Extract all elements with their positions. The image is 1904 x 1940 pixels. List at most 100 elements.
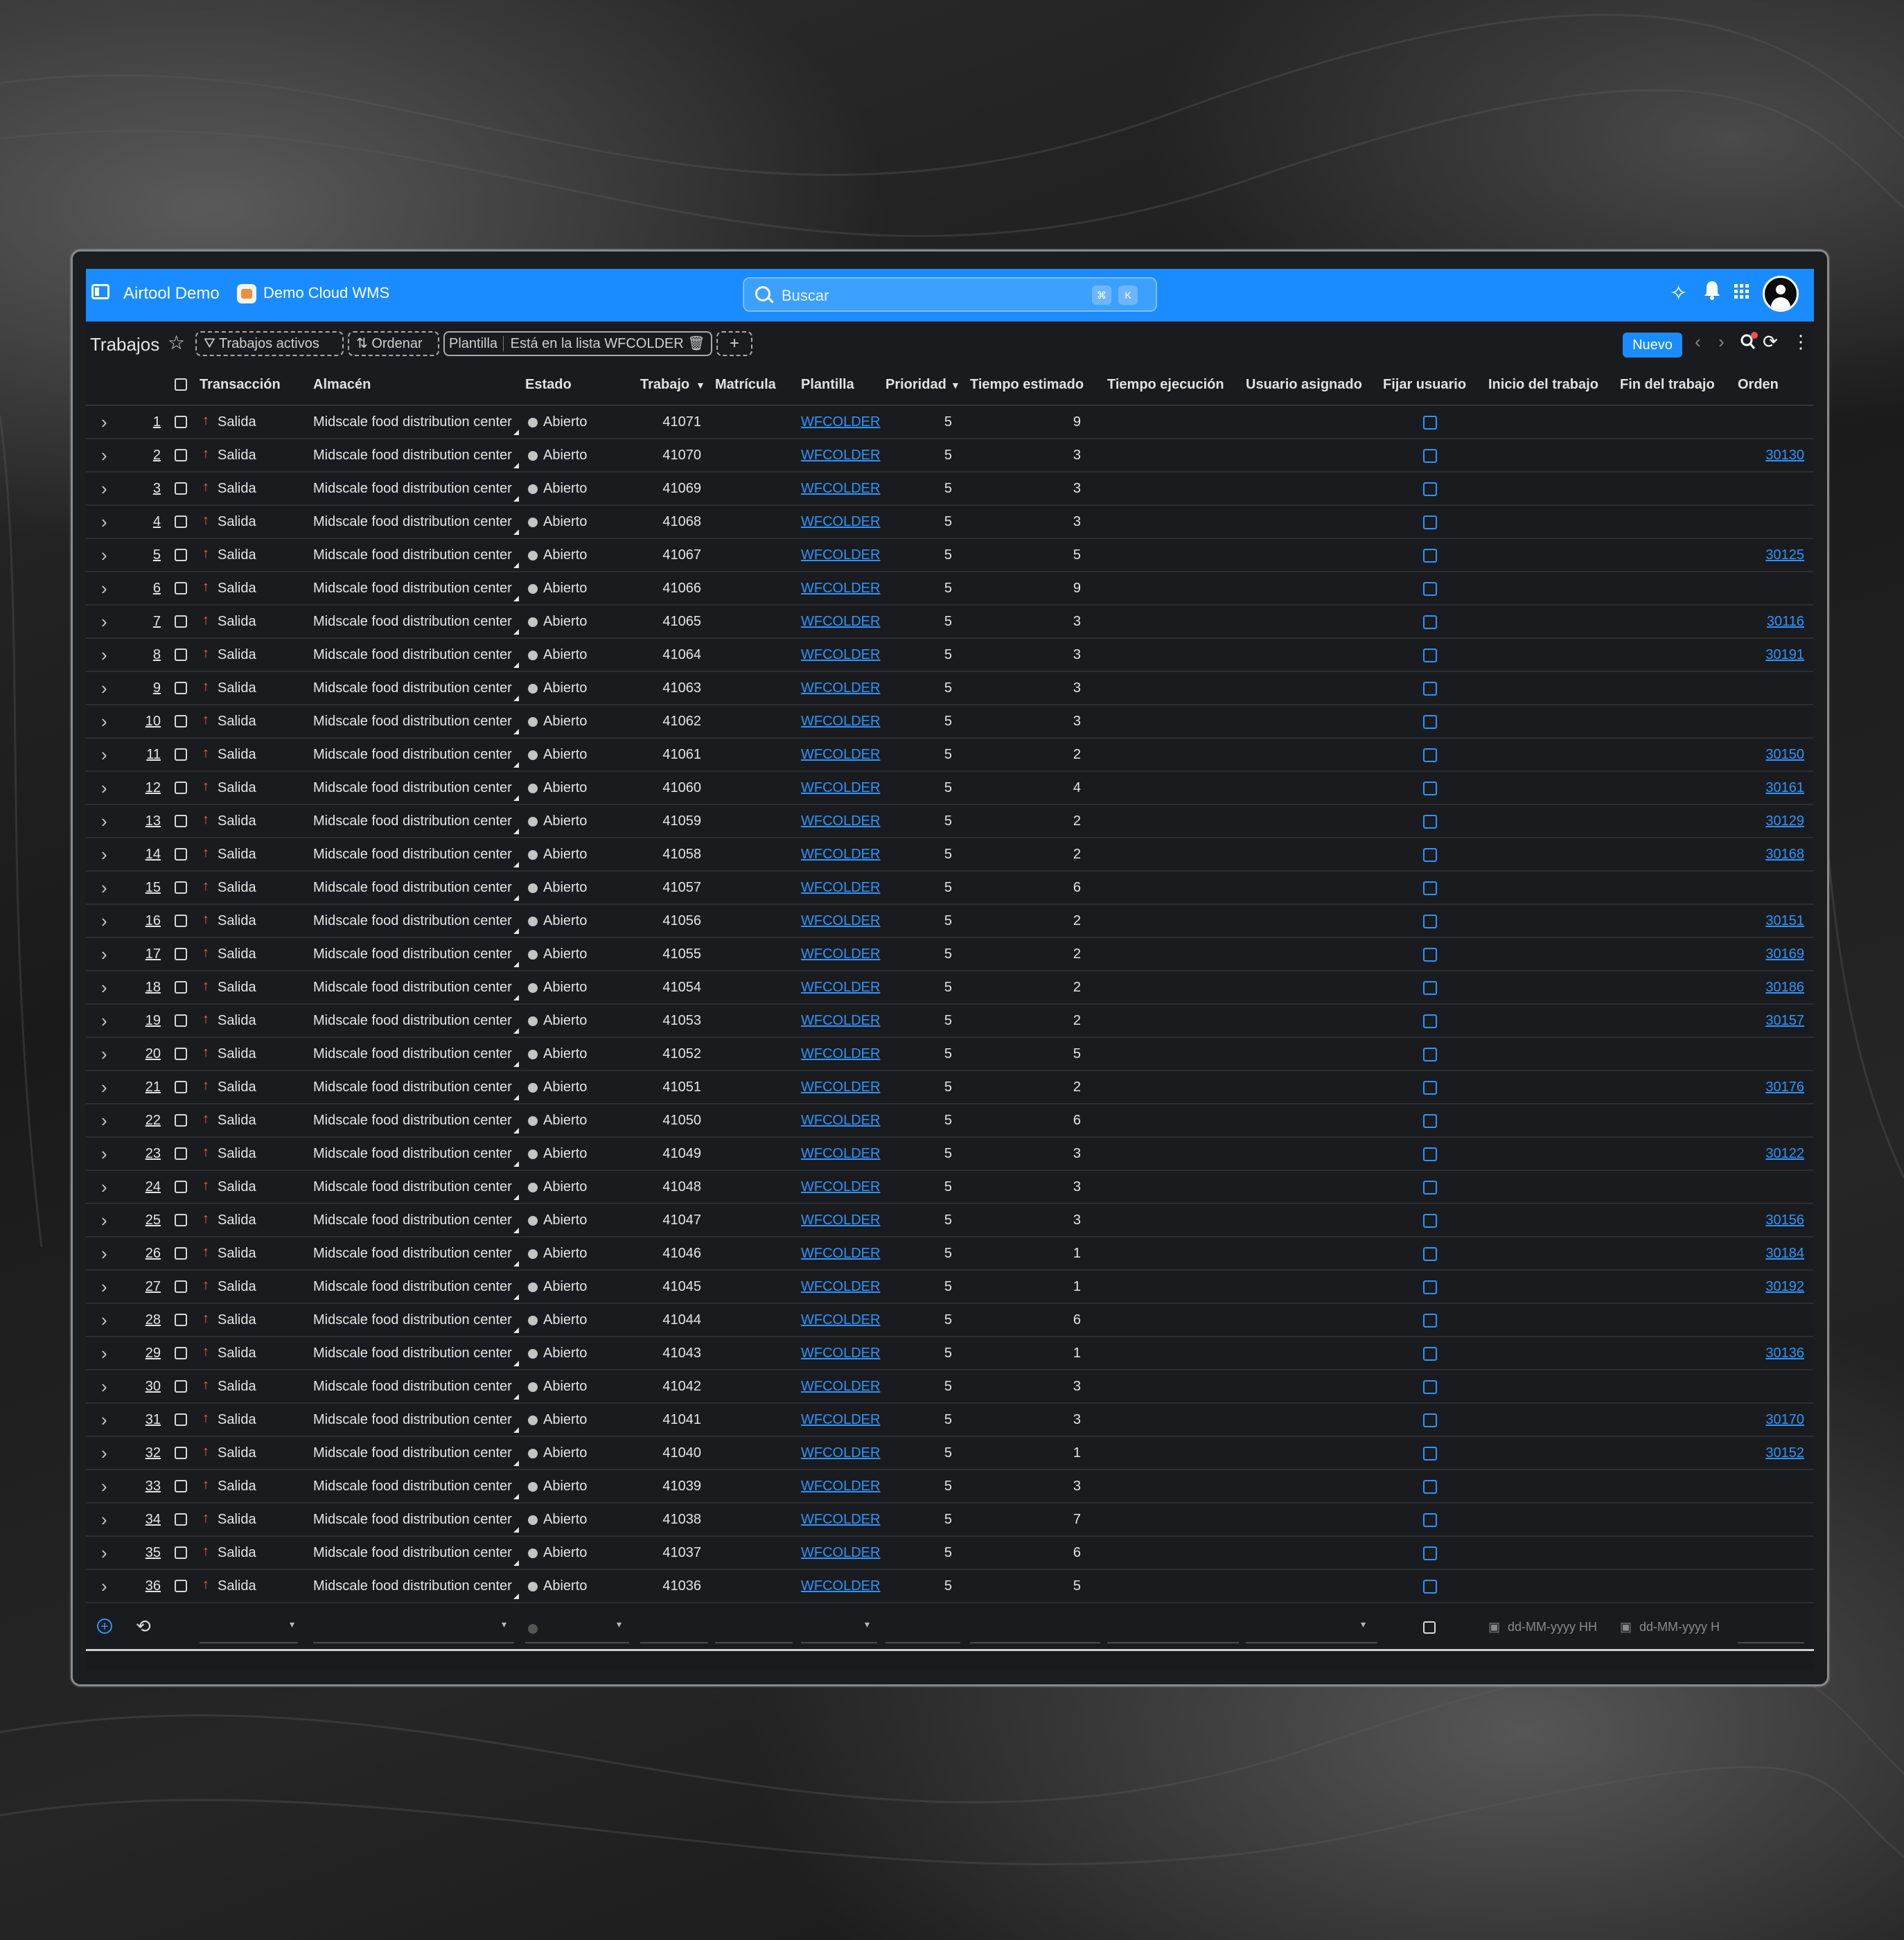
cell-resize-handle[interactable] xyxy=(513,1161,519,1167)
table-row[interactable]: › 18 ↑ Salida Midscale food distribution cen… xyxy=(86,971,1814,1005)
expand-chevron-icon[interactable]: › xyxy=(101,1443,107,1464)
cell-resize-handle[interactable] xyxy=(513,463,519,468)
cell-resize-handle[interactable] xyxy=(513,762,519,768)
table-row[interactable]: › 3 ↑ Salida Midscale food distribution cent… xyxy=(86,473,1814,506)
cell-orden-link[interactable]: 30136 xyxy=(1738,1346,1804,1361)
cell-plantilla-link[interactable]: WFCOLDER xyxy=(801,481,880,497)
cell-plantilla-link[interactable]: WFCOLDER xyxy=(801,1212,880,1228)
cell-resize-handle[interactable] xyxy=(513,1361,519,1366)
fijar-usuario-checkbox[interactable] xyxy=(1423,1014,1437,1028)
cell-resize-handle[interactable] xyxy=(513,1294,519,1300)
col-tiempo-ejecucion[interactable]: Tiempo ejecución xyxy=(1107,377,1224,393)
add-row-icon[interactable]: + xyxy=(97,1619,112,1634)
row-number-link[interactable]: 5 xyxy=(133,547,161,563)
fijar-usuario-checkbox[interactable] xyxy=(1423,1081,1437,1095)
expand-chevron-icon[interactable]: › xyxy=(101,1077,107,1098)
table-row[interactable]: › 15 ↑ Salida Midscale food distribution cen… xyxy=(86,872,1814,905)
cell-orden-link[interactable]: 30184 xyxy=(1738,1246,1804,1262)
app-title[interactable]: Airtool Demo xyxy=(123,284,220,303)
row-number-link[interactable]: 13 xyxy=(133,813,161,829)
filter-orden[interactable] xyxy=(1738,1642,1804,1643)
cell-plantilla-link[interactable]: WFCOLDER xyxy=(801,1545,880,1561)
table-row[interactable]: › 22 ↑ Salida Midscale food distribution cen… xyxy=(86,1104,1814,1138)
cell-resize-handle[interactable] xyxy=(513,829,519,834)
sort-chip[interactable]: ⇅ Ordenar xyxy=(348,331,439,356)
search-settings-icon[interactable] xyxy=(1739,331,1760,357)
fijar-usuario-checkbox[interactable] xyxy=(1423,1147,1437,1161)
row-checkbox[interactable] xyxy=(175,815,187,827)
cell-resize-handle[interactable] xyxy=(513,862,519,867)
row-number-link[interactable]: 1 xyxy=(133,414,161,430)
fijar-usuario-checkbox[interactable] xyxy=(1423,1413,1437,1427)
expand-chevron-icon[interactable]: › xyxy=(101,1210,107,1231)
fijar-usuario-checkbox[interactable] xyxy=(1423,649,1437,662)
cell-orden-link[interactable]: 30170 xyxy=(1738,1412,1804,1428)
expand-chevron-icon[interactable]: › xyxy=(101,1476,107,1497)
cell-plantilla-link[interactable]: WFCOLDER xyxy=(801,780,880,796)
fijar-usuario-checkbox[interactable] xyxy=(1423,748,1437,762)
cell-resize-handle[interactable] xyxy=(513,696,519,701)
cell-resize-handle[interactable] xyxy=(513,662,519,668)
table-row[interactable]: › 2 ↑ Salida Midscale food distribution cent… xyxy=(86,439,1814,473)
cell-plantilla-link[interactable]: WFCOLDER xyxy=(801,614,880,630)
row-checkbox[interactable] xyxy=(175,649,187,661)
row-number-link[interactable]: 8 xyxy=(133,647,161,663)
cell-plantilla-link[interactable]: WFCOLDER xyxy=(801,946,880,962)
fijar-usuario-checkbox[interactable] xyxy=(1423,881,1437,895)
fijar-usuario-checkbox[interactable] xyxy=(1423,482,1437,496)
table-row[interactable]: › 33 ↑ Salida Midscale food distribution cen… xyxy=(86,1470,1814,1504)
cell-plantilla-link[interactable]: WFCOLDER xyxy=(801,1312,880,1328)
table-row[interactable]: › 29 ↑ Salida Midscale food distribution cen… xyxy=(86,1337,1814,1370)
cell-plantilla-link[interactable]: WFCOLDER xyxy=(801,1013,880,1029)
calendar-icon[interactable]: ▣ xyxy=(1488,1620,1500,1634)
expand-chevron-icon[interactable]: › xyxy=(101,944,107,965)
cell-resize-handle[interactable] xyxy=(513,1328,519,1333)
expand-chevron-icon[interactable]: › xyxy=(101,844,107,865)
fijar-usuario-checkbox[interactable] xyxy=(1423,1480,1437,1494)
expand-chevron-icon[interactable]: › xyxy=(101,478,107,500)
cell-orden-link[interactable]: 30125 xyxy=(1738,547,1804,563)
row-checkbox[interactable] xyxy=(175,782,187,794)
cell-plantilla-link[interactable]: WFCOLDER xyxy=(801,547,880,563)
expand-chevron-icon[interactable]: › xyxy=(101,711,107,732)
cell-orden-link[interactable]: 30168 xyxy=(1738,847,1804,863)
table-row[interactable]: › 8 ↑ Salida Midscale food distribution cent… xyxy=(86,639,1814,672)
cell-plantilla-link[interactable]: WFCOLDER xyxy=(801,1079,880,1095)
fijar-usuario-checkbox[interactable] xyxy=(1423,582,1437,596)
cell-orden-link[interactable]: 30169 xyxy=(1738,946,1804,962)
fijar-usuario-checkbox[interactable] xyxy=(1423,715,1437,729)
cell-plantilla-link[interactable]: WFCOLDER xyxy=(801,1512,880,1528)
expand-chevron-icon[interactable]: › xyxy=(101,1176,107,1198)
expand-chevron-icon[interactable]: › xyxy=(101,1243,107,1264)
expand-chevron-icon[interactable]: › xyxy=(101,1043,107,1065)
table-row[interactable]: › 30 ↑ Salida Midscale food distribution cen… xyxy=(86,1370,1814,1404)
table-row[interactable]: › 7 ↑ Salida Midscale food distribution cent… xyxy=(86,606,1814,639)
col-estado[interactable]: Estado xyxy=(525,377,572,393)
cell-resize-handle[interactable] xyxy=(513,1594,519,1599)
cell-resize-handle[interactable] xyxy=(513,1028,519,1034)
table-row[interactable]: › 24 ↑ Salida Midscale food distribution cen… xyxy=(86,1171,1814,1204)
row-checkbox[interactable] xyxy=(175,1480,187,1492)
cell-plantilla-link[interactable]: WFCOLDER xyxy=(801,1146,880,1162)
filter-transaccion[interactable] xyxy=(200,1642,298,1643)
row-number-link[interactable]: 28 xyxy=(133,1312,161,1328)
table-row[interactable]: › 1 ↑ Salida Midscale food distribution cent… xyxy=(86,406,1814,439)
row-checkbox[interactable] xyxy=(175,549,187,561)
expand-chevron-icon[interactable]: › xyxy=(101,1509,107,1531)
fijar-usuario-checkbox[interactable] xyxy=(1423,1347,1437,1361)
table-row[interactable]: › 20 ↑ Salida Midscale food distribution cen… xyxy=(86,1038,1814,1071)
row-checkbox[interactable] xyxy=(175,515,187,528)
cell-orden-link[interactable]: 30152 xyxy=(1738,1445,1804,1461)
table-row[interactable]: › 11 ↑ Salida Midscale food distribution cen… xyxy=(86,739,1814,772)
row-checkbox[interactable] xyxy=(175,1114,187,1127)
fijar-usuario-checkbox[interactable] xyxy=(1423,848,1437,862)
cell-resize-handle[interactable] xyxy=(513,1461,519,1466)
filter-usuario-asignado[interactable] xyxy=(1246,1642,1377,1643)
row-number-link[interactable]: 32 xyxy=(133,1445,161,1461)
table-row[interactable]: › 36 ↑ Salida Midscale food distribution cen… xyxy=(86,1570,1814,1603)
cell-resize-handle[interactable] xyxy=(513,1095,519,1100)
cell-resize-handle[interactable] xyxy=(513,895,519,901)
row-checkbox[interactable] xyxy=(175,1413,187,1426)
row-number-link[interactable]: 15 xyxy=(133,880,161,896)
fijar-usuario-checkbox[interactable] xyxy=(1423,615,1437,629)
